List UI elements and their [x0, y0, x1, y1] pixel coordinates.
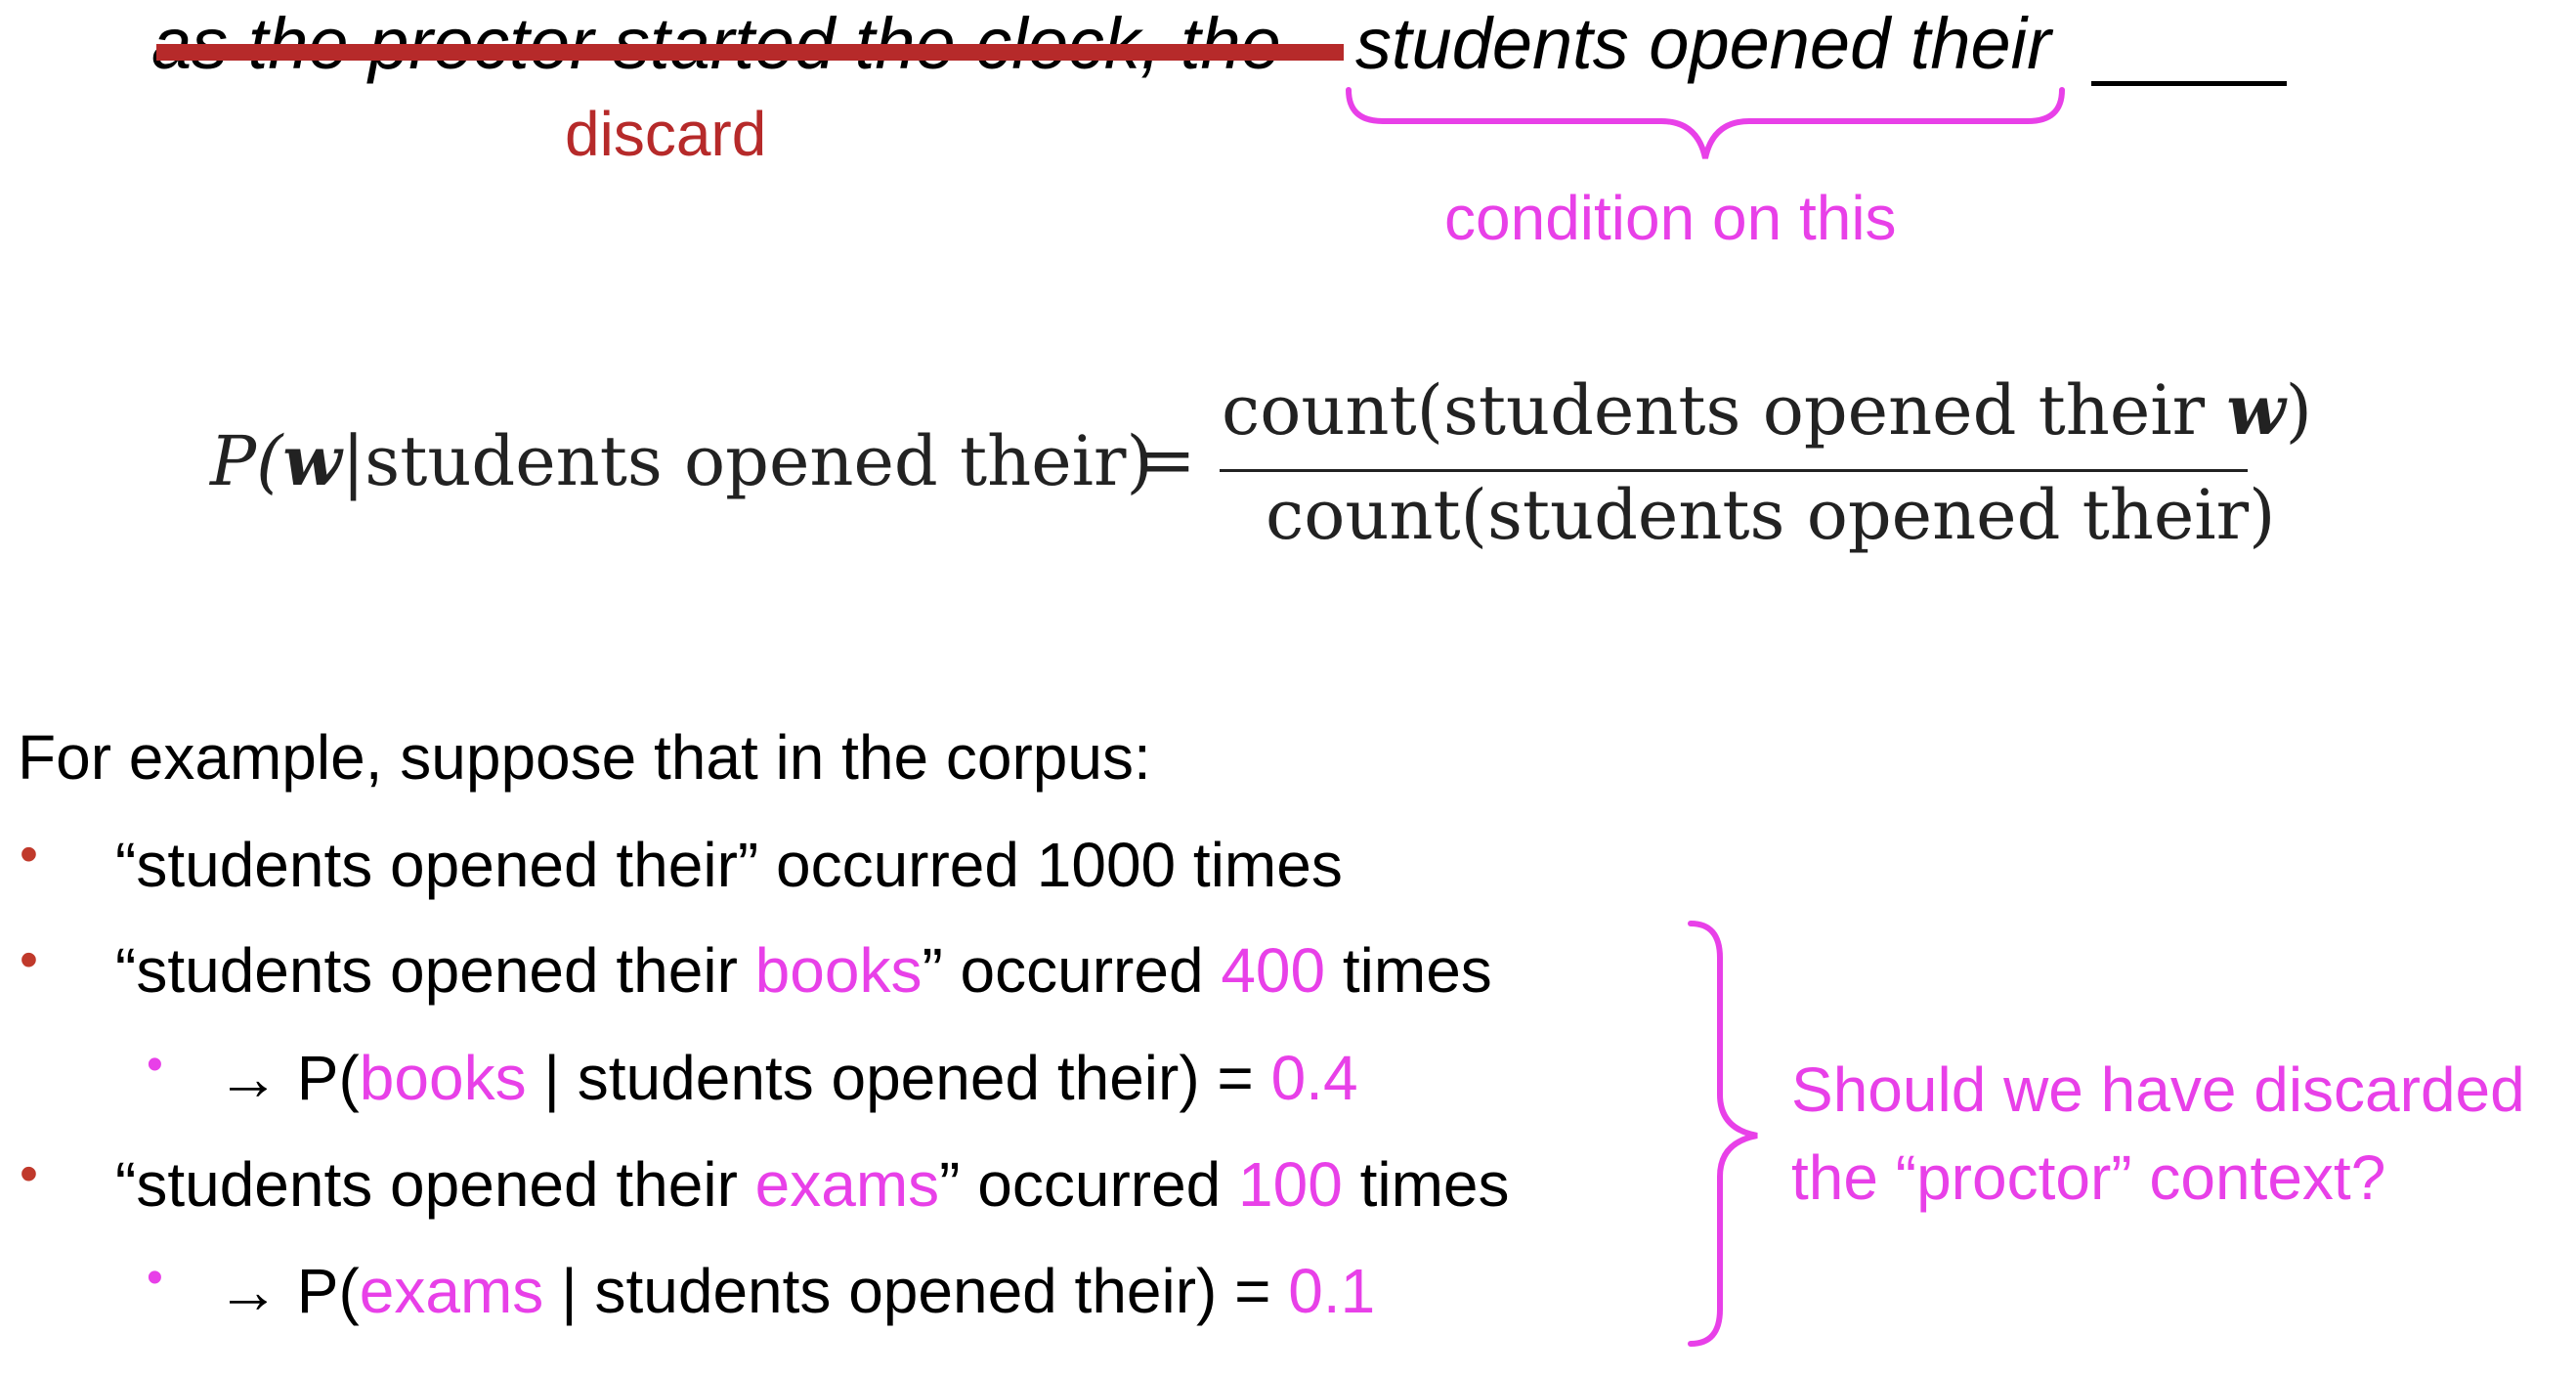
list-item-text: “students opened their” occurred 1000 ti… — [115, 830, 1343, 900]
formula-lhs: P(w|students opened their) — [210, 420, 1153, 501]
question-callout: Should we have discarded the “proctor” c… — [1791, 1046, 2525, 1222]
highlight-word: exams — [754, 1149, 940, 1220]
formula-w: w — [282, 420, 342, 501]
list-item-text: “students opened their — [115, 935, 755, 1006]
arrow-text: → P( — [217, 1043, 360, 1113]
sub-bullet-icon: • — [147, 1039, 163, 1091]
list-item-text: times — [1325, 935, 1492, 1006]
question-line-1: Should we have discarded — [1791, 1054, 2525, 1125]
blank-word-line — [2091, 81, 2287, 86]
highlight-word: books — [359, 1043, 527, 1113]
example-intro: For example, suppose that in the corpus: — [18, 722, 1151, 793]
sub-list-item: → P(books | students opened their) = 0.4 — [217, 1039, 1358, 1117]
bullet-icon: • — [20, 930, 38, 989]
bullet-icon: • — [20, 1144, 38, 1203]
sub-bullet-icon: • — [147, 1252, 163, 1304]
question-line-2: the “proctor” context? — [1791, 1142, 2386, 1213]
strikethrough-line — [156, 44, 1344, 61]
list-item: “students opened their” occurred 1000 ti… — [115, 826, 1343, 904]
highlight-probability: 0.4 — [1270, 1043, 1358, 1113]
highlight-count: 400 — [1221, 935, 1326, 1006]
arrow-text: → P( — [217, 1256, 360, 1326]
kept-context-text: students opened their — [1355, 3, 2051, 84]
list-item: “students opened their exams” occurred 1… — [115, 1145, 1510, 1224]
bullet-icon: • — [20, 825, 38, 883]
list-item: “students opened their books” occurred 4… — [115, 931, 1492, 1010]
formula-denominator: count(students opened their) — [1266, 475, 2276, 555]
formula-lhs-condition: |students opened their) — [341, 421, 1153, 501]
formula-numerator: count(students opened their w) — [1222, 369, 2312, 451]
highlight-word: exams — [359, 1256, 544, 1326]
highlight-word: books — [754, 935, 923, 1006]
formula-p: P( — [210, 421, 283, 501]
numerator-close: ) — [2285, 370, 2312, 451]
question-brace-icon — [1688, 921, 1758, 1347]
list-item-text: “students opened their — [115, 1149, 755, 1220]
highlight-probability: 0.1 — [1288, 1256, 1376, 1326]
sub-list-item: → P(exams | students opened their) = 0.1 — [217, 1252, 1375, 1330]
list-item-text: times — [1342, 1149, 1510, 1220]
condition-label: condition on this — [1444, 183, 1897, 253]
sub-list-item-text: | students opened their) = — [526, 1043, 1271, 1113]
fraction-bar — [1220, 469, 2248, 472]
condition-brace-icon — [1346, 87, 2065, 159]
numerator-w: w — [2226, 369, 2286, 451]
list-item-text: ” occurred — [922, 935, 1222, 1006]
highlight-count: 100 — [1238, 1149, 1343, 1220]
discard-label: discard — [565, 99, 767, 169]
sub-list-item-text: | students opened their) = — [543, 1256, 1289, 1326]
numerator-text: count(students opened their — [1222, 370, 2227, 451]
formula-equals: = — [1138, 420, 1196, 500]
list-item-text: ” occurred — [939, 1149, 1239, 1220]
